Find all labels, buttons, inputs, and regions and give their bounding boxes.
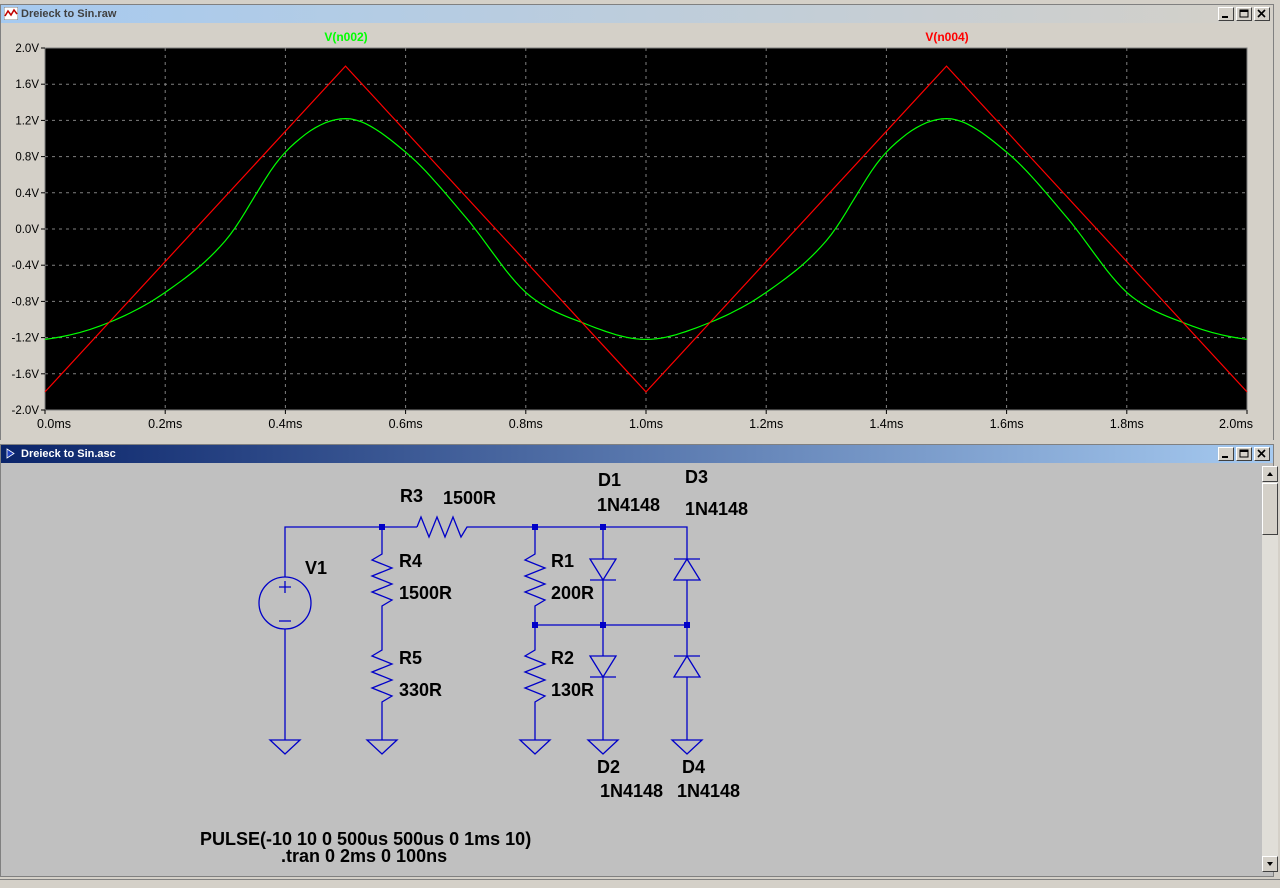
y-tick-label: -1.6V: [12, 369, 40, 381]
resistor-r2[interactable]: [523, 625, 547, 740]
legend-label-vn002[interactable]: V(n002): [324, 30, 367, 44]
plot-window[interactable]: Dreieck to Sin.raw 2.0V 1.6V 1.2V 0.8V 0.4V 0…: [0, 4, 1274, 440]
y-tick-label: -2.0V: [12, 405, 40, 417]
label-d3-value: 1N4148: [685, 499, 748, 519]
label-d1-value: 1N4148: [597, 495, 660, 515]
minimize-button[interactable]: [1218, 7, 1234, 21]
scroll-up-button[interactable]: [1262, 466, 1278, 482]
label-d2-ref: D2: [597, 757, 620, 777]
minimize-icon: [1222, 16, 1228, 18]
legend-label-vn004[interactable]: V(n004): [925, 30, 968, 44]
plot-area[interactable]: [45, 48, 1247, 410]
junction-dot: [600, 622, 606, 628]
x-tick-label: 0.8ms: [509, 417, 543, 431]
schematic-window-titlebar[interactable]: Dreieck to Sin.asc: [1, 445, 1273, 463]
schematic-canvas[interactable]: V1 R3 1500R R4 1500R R5 330R R1 200R R2 …: [1, 464, 1253, 876]
resistor-r5[interactable]: [370, 644, 394, 740]
x-tick-label: 1.6ms: [990, 417, 1024, 431]
label-d3-ref: D3: [685, 467, 708, 487]
label-r1-ref: R1: [551, 551, 574, 571]
x-tick-label: 1.2ms: [749, 417, 783, 431]
diode-d1[interactable]: [588, 558, 618, 582]
y-tick-label: -0.8V: [12, 296, 40, 308]
y-tick-label: 0.8V: [15, 152, 39, 164]
label-r3-value: 1500R: [443, 488, 496, 508]
label-r3-ref: R3: [400, 486, 423, 506]
x-tick-label: 1.0ms: [629, 417, 663, 431]
schematic-window[interactable]: Dreieck to Sin.asc V1 R3 1500R R4 1500R …: [0, 444, 1274, 877]
junction-dot: [600, 524, 606, 530]
diode-d3[interactable]: [672, 557, 702, 581]
ground-symbol: [670, 739, 704, 755]
maximize-icon: [1239, 9, 1249, 18]
label-d4-ref: D4: [682, 757, 705, 777]
x-tick-label: 1.8ms: [1110, 417, 1144, 431]
minimize-icon: [1222, 456, 1228, 458]
label-r5-ref: R5: [399, 648, 422, 668]
label-r2-value: 130R: [551, 680, 594, 700]
plus-sign: [279, 581, 291, 593]
resistor-r3[interactable]: [416, 515, 471, 539]
label-r1-value: 200R: [551, 583, 594, 603]
diode-d2[interactable]: [588, 655, 618, 679]
schematic-window-title: Dreieck to Sin.asc: [21, 448, 116, 460]
schematic-icon: [6, 448, 15, 459]
maximize-button[interactable]: [1236, 7, 1252, 21]
up-arrow-icon: [1267, 472, 1273, 476]
ground-symbol: [268, 739, 302, 755]
x-tick-label: 0.6ms: [389, 417, 423, 431]
label-r5-value: 330R: [399, 680, 442, 700]
label-r4-value: 1500R: [399, 583, 452, 603]
x-tick-label: 2.0ms: [1219, 417, 1253, 431]
ground-symbol: [518, 739, 552, 755]
ground-symbol: [586, 739, 620, 755]
y-tick-label: -0.4V: [12, 260, 40, 272]
label-r4-ref: R4: [399, 551, 422, 571]
scroll-down-button[interactable]: [1262, 856, 1278, 872]
plot-window-titlebar[interactable]: Dreieck to Sin.raw: [1, 5, 1273, 23]
wire: [471, 526, 688, 559]
scroll-thumb[interactable]: [1262, 483, 1278, 535]
x-tick-label: 1.4ms: [869, 417, 903, 431]
y-tick-label: -1.2V: [12, 333, 40, 345]
label-d1-ref: D1: [598, 470, 621, 490]
y-tick-label: 0.4V: [15, 188, 39, 200]
diode-d4[interactable]: [672, 654, 702, 678]
y-tick-label: 2.0V: [15, 43, 39, 55]
wires: [258, 515, 704, 755]
y-tick-label: 0.0V: [15, 224, 39, 236]
vertical-scrollbar[interactable]: [1262, 466, 1278, 872]
waveform-icon: [4, 7, 18, 20]
down-arrow-icon: [1267, 862, 1273, 866]
x-tick-label: 0.4ms: [268, 417, 302, 431]
maximize-button[interactable]: [1236, 447, 1252, 461]
close-icon: [1257, 9, 1266, 18]
wire: [284, 526, 417, 546]
junction-dot: [379, 524, 385, 530]
resistor-r1[interactable]: [523, 527, 547, 625]
junction-dot: [532, 622, 538, 628]
maximize-icon: [1239, 449, 1249, 458]
minimize-button[interactable]: [1218, 447, 1234, 461]
y-tick-label: 1.2V: [15, 115, 39, 127]
close-icon: [1257, 449, 1266, 458]
y-tick-label: 1.6V: [15, 79, 39, 91]
close-button[interactable]: [1254, 7, 1270, 21]
x-tick-label: 0.2ms: [148, 417, 182, 431]
close-button[interactable]: [1254, 447, 1270, 461]
tran-directive[interactable]: .tran 0 2ms 0 100ns: [281, 846, 447, 866]
label-r2-ref: R2: [551, 648, 574, 668]
label-v1-ref: V1: [305, 558, 327, 578]
plot-window-title: Dreieck to Sin.raw: [21, 8, 117, 20]
junction-dot: [684, 622, 690, 628]
x-tick-label: 0.0ms: [37, 417, 71, 431]
resistor-r4[interactable]: [370, 527, 394, 644]
ground-symbol: [365, 739, 399, 755]
label-d4-value: 1N4148: [677, 781, 740, 801]
label-d2-value: 1N4148: [600, 781, 663, 801]
junction-dot: [532, 524, 538, 530]
waveform-plot[interactable]: 2.0V 1.6V 1.2V 0.8V 0.4V 0.0V -0.4V -0.8V -1.2V -…: [1, 24, 1273, 440]
